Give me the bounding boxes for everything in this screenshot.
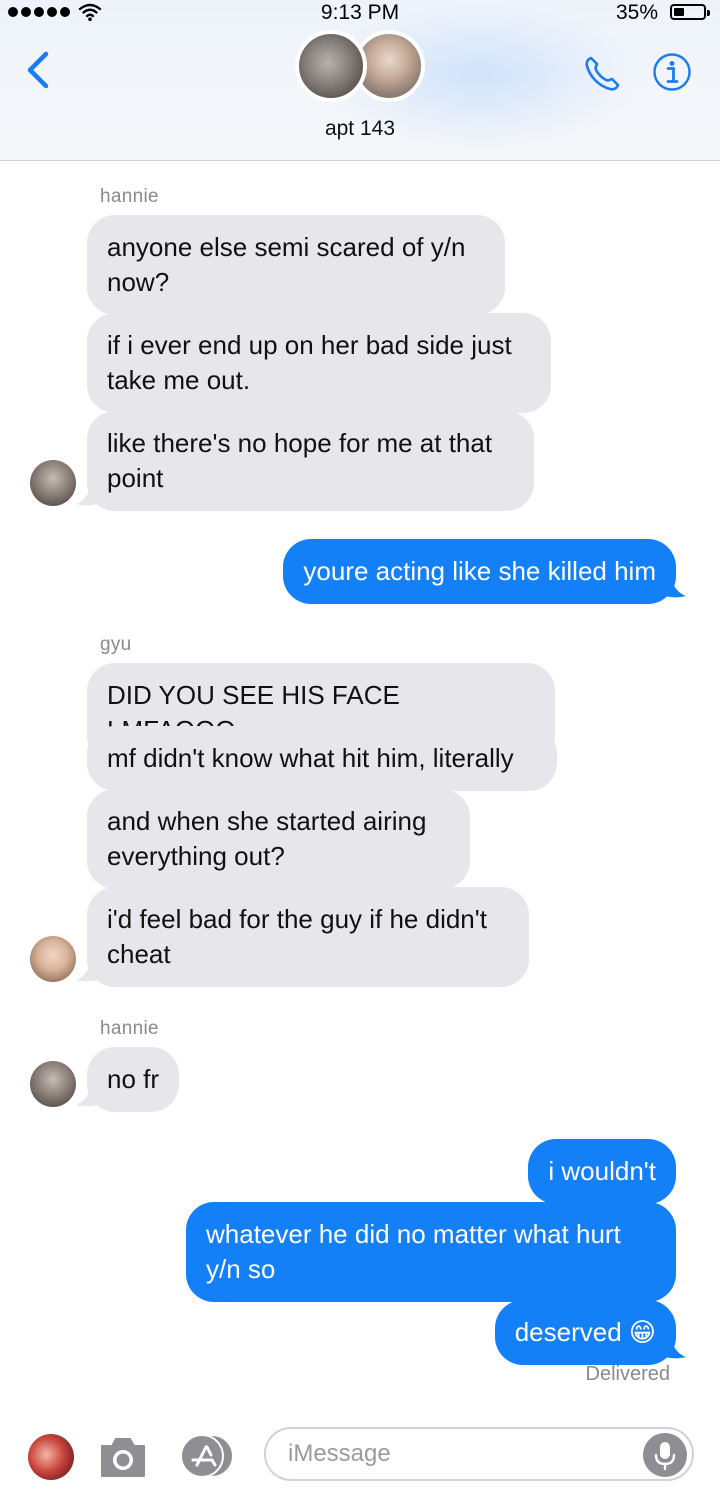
bubble-tail [76, 960, 102, 982]
battery-percentage: 35% [615, 1, 658, 24]
group-avatars[interactable] [293, 28, 433, 108]
chevron-left-icon[interactable] [20, 48, 56, 92]
microphone-button[interactable] [643, 1433, 687, 1477]
info-icon[interactable] [652, 52, 692, 92]
outgoing-message[interactable]: deserved 😁 [494, 1300, 676, 1365]
avatar[interactable] [30, 1061, 76, 1107]
sender-name: gyu [100, 634, 132, 655]
sender-name: hannie [100, 186, 159, 207]
outgoing-message[interactable]: i wouldn't [528, 1139, 676, 1204]
incoming-message[interactable]: like there's no hope for me at that poin… [87, 411, 534, 511]
bubble-tail [660, 1337, 686, 1359]
imessage-input[interactable] [264, 1427, 694, 1481]
sender-name: hannie [100, 1018, 159, 1039]
battery-icon [670, 4, 710, 20]
avatar[interactable] [30, 460, 76, 506]
outgoing-message[interactable]: youre acting like she killed him [283, 539, 676, 604]
incoming-message[interactable]: mf didn't know what hit him, literally [87, 726, 557, 791]
incoming-message[interactable]: if i ever end up on her bad side just ta… [87, 313, 551, 413]
clock: 9:13 PM [320, 1, 400, 24]
group-name[interactable]: apt 143 [0, 117, 720, 141]
outgoing-message[interactable]: whatever he did no matter what hurt y/n … [186, 1202, 676, 1302]
bubble-tail [660, 576, 686, 598]
phone-icon[interactable] [580, 52, 624, 96]
delivery-status: Delivered [585, 1363, 670, 1385]
status-bar: 9:13 PM 35% [0, 0, 720, 26]
bubble-tail [76, 1085, 102, 1107]
camera-icon[interactable] [98, 1434, 148, 1480]
member-avatar [295, 30, 367, 102]
message-composer-bar [0, 1412, 720, 1491]
avatar[interactable] [30, 936, 76, 982]
bubble-tail [76, 484, 102, 506]
incoming-message[interactable]: i'd feel bad for the guy if he didn't ch… [87, 887, 529, 987]
memoji-app-icon[interactable] [28, 1434, 74, 1480]
app-store-icon[interactable] [178, 1432, 238, 1480]
incoming-message[interactable]: and when she started airing everything o… [87, 789, 470, 889]
message-thread: hannie anyone else semi scared of y/n no… [0, 0, 720, 1491]
microphone-icon [654, 1442, 676, 1471]
incoming-message[interactable]: anyone else semi scared of y/n now? [87, 215, 505, 315]
